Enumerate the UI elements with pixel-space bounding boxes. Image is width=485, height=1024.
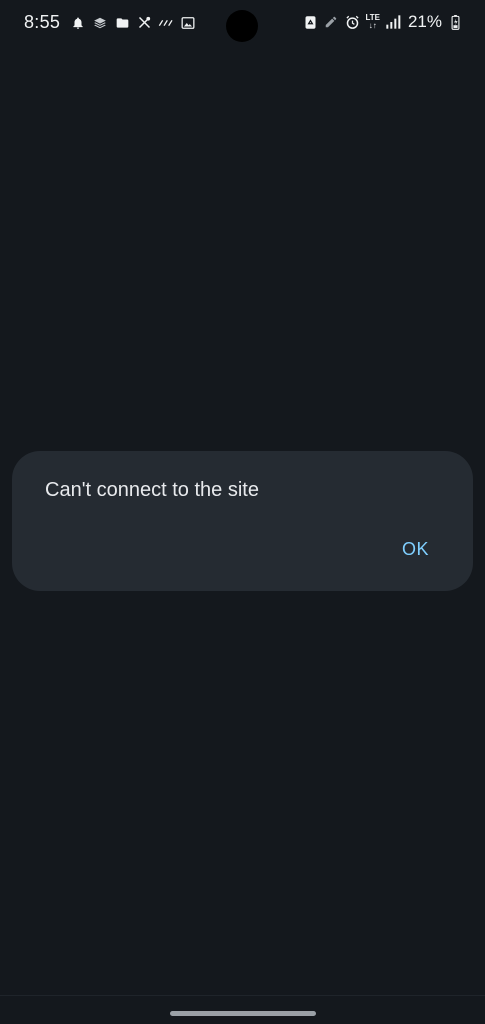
ok-button[interactable]: OK bbox=[402, 539, 429, 560]
layers-icon bbox=[92, 15, 108, 31]
image-icon bbox=[180, 15, 196, 31]
lte-icon: LTE ↓↑ bbox=[365, 14, 380, 30]
folder-icon bbox=[114, 15, 130, 31]
error-dialog: Can't connect to the site OK bbox=[12, 451, 473, 591]
notification-bell-icon bbox=[70, 15, 86, 31]
edit-icon bbox=[323, 14, 339, 30]
alarm-icon bbox=[344, 14, 360, 30]
link-icon bbox=[158, 15, 174, 31]
status-time: 8:55 bbox=[24, 12, 61, 32]
front-camera-cutout bbox=[226, 10, 258, 42]
battery-percent: 21% bbox=[407, 12, 442, 31]
gesture-navigation-handle[interactable] bbox=[170, 1011, 316, 1016]
status-bar-left: 8:55 bbox=[24, 12, 196, 33]
signal-icon bbox=[385, 14, 401, 30]
dialog-message: Can't connect to the site bbox=[45, 479, 259, 501]
data-arrows-icon: ↓↑ bbox=[368, 21, 377, 30]
recycle-icon bbox=[302, 14, 318, 30]
status-bar: 8:55 LTE ↓↑ 21% bbox=[0, 0, 485, 46]
nav-divider bbox=[0, 995, 485, 996]
status-bar-right: LTE ↓↑ 21% bbox=[302, 12, 463, 32]
battery-icon bbox=[447, 14, 463, 30]
tools-icon bbox=[136, 15, 152, 31]
